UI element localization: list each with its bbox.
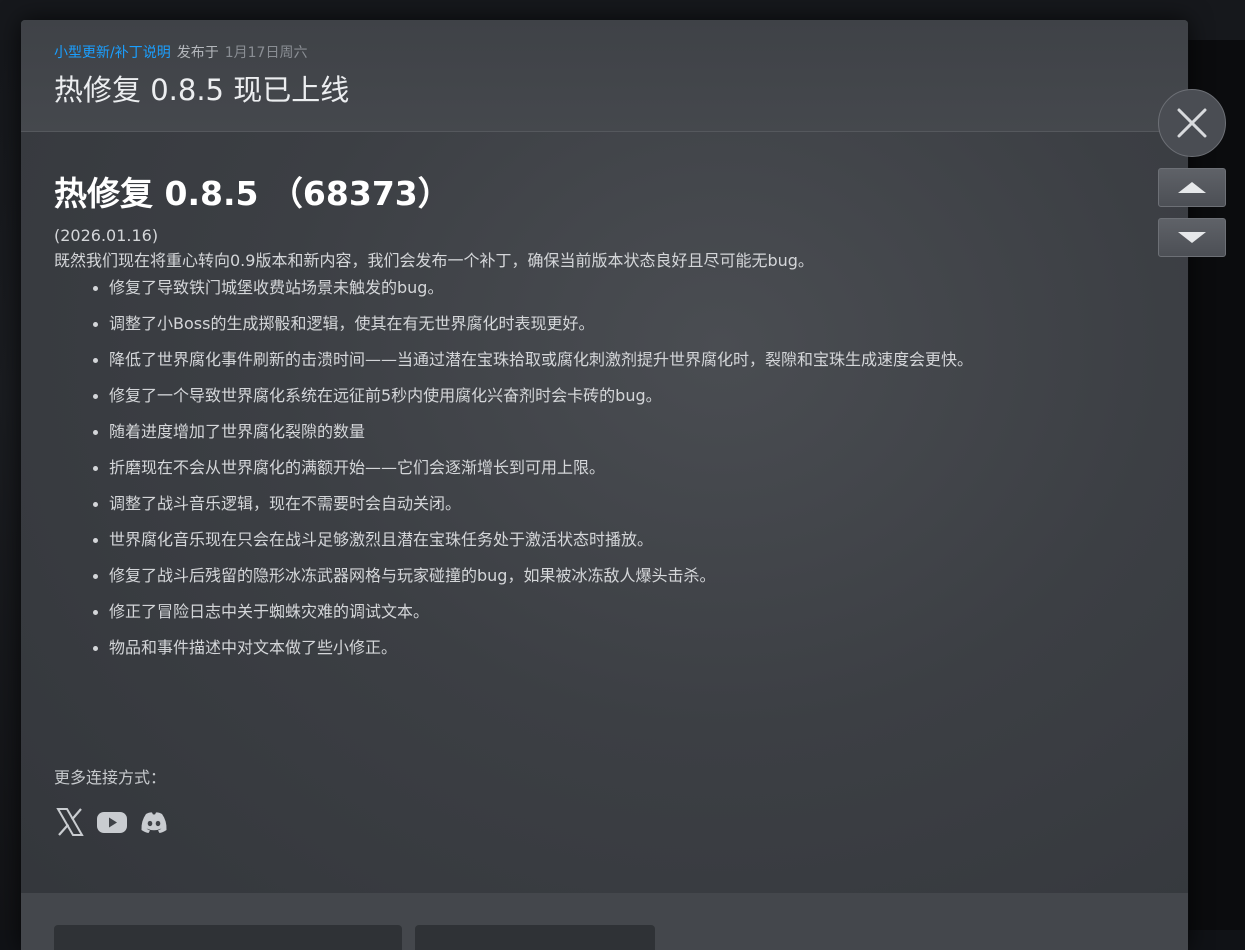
- list-item: 修复了导致铁门城堡收费站场景未触发的bug。: [54, 276, 1164, 312]
- close-button[interactable]: [1158, 89, 1226, 157]
- discord-icon[interactable]: [138, 806, 170, 838]
- list-item: 修复了战斗后残留的隐形冰冻武器网格与玩家碰撞的bug，如果被冰冻敌人爆头击杀。: [54, 564, 1164, 600]
- category-link[interactable]: 小型更新/补丁说明: [54, 45, 171, 61]
- youtube-icon[interactable]: [96, 806, 128, 838]
- list-item: 折磨现在不会从世界腐化的满额开始——它们会逐渐增长到可用上限。: [54, 456, 1164, 492]
- backdrop-left-panel: [0, 40, 22, 930]
- list-item: 随着进度增加了世界腐化裂隙的数量: [54, 420, 1164, 456]
- modal-footer: [21, 893, 1188, 950]
- post-date: (2026.01.16): [54, 226, 159, 245]
- list-item: 调整了战斗音乐逻辑，现在不需要时会自动关闭。: [54, 492, 1164, 528]
- modal-title: 热修复 0.8.5 现已上线: [54, 73, 350, 107]
- list-item: 修复了一个导致世界腐化系统在远征前5秒内使用腐化兴奋剂时会卡砖的bug。: [54, 384, 1164, 420]
- published-date: 1月17日周六: [224, 45, 308, 61]
- x-icon[interactable]: [54, 806, 86, 838]
- list-item: 世界腐化音乐现在只会在战斗足够激烈且潜在宝珠任务处于激活状态时播放。: [54, 528, 1164, 564]
- event-modal: 小型更新/补丁说明 发布于 1月17日周六 热修复 0.8.5 现已上线 热修复 0…: [21, 20, 1188, 950]
- post-intro: 既然我们现在将重心转向0.9版本和新内容，我们会发布一个补丁，确保当前版本状态良…: [54, 251, 814, 270]
- post-title: 热修复 0.8.5 （68373）: [54, 174, 451, 213]
- next-button[interactable]: [1158, 218, 1226, 257]
- published-label: 发布于: [176, 45, 219, 61]
- modal-header: 小型更新/补丁说明 发布于 1月17日周六 热修复 0.8.5 现已上线: [21, 20, 1188, 132]
- list-item: 降低了世界腐化事件刷新的击溃时间——当通过潜在宝珠拾取或腐化刺激剂提升世界腐化时…: [54, 348, 1164, 384]
- patch-notes-list: 修复了导致铁门城堡收费站场景未触发的bug。 调整了小Boss的生成掷骰和逻辑，…: [54, 276, 1164, 672]
- list-item: 修正了冒险日志中关于蜘蛛灾难的调试文本。: [54, 600, 1164, 636]
- meta-row: 小型更新/补丁说明 发布于 1月17日周六: [54, 44, 307, 62]
- footer-tab[interactable]: [415, 925, 655, 950]
- social-label: 更多连接方式：: [54, 768, 167, 787]
- footer-tab[interactable]: [54, 925, 402, 950]
- close-icon: [1177, 108, 1207, 138]
- previous-button[interactable]: [1158, 168, 1226, 207]
- list-item: 物品和事件描述中对文本做了些小修正。: [54, 636, 1164, 672]
- chevron-up-icon: [1178, 182, 1206, 193]
- post-body: 热修复 0.8.5 （68373） (2026.01.16) 既然我们现在将重心…: [54, 170, 1164, 672]
- list-item: 调整了小Boss的生成掷骰和逻辑，使其在有无世界腐化时表现更好。: [54, 312, 1164, 348]
- chevron-down-icon: [1178, 232, 1206, 243]
